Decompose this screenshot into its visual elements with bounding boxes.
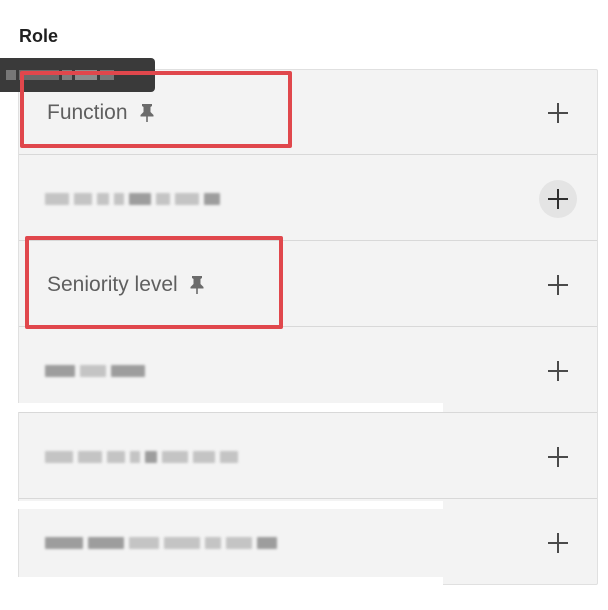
- role-filter-page: Role Function Seniority level: [0, 0, 608, 610]
- add-filter-button[interactable]: [539, 352, 577, 390]
- add-function-button[interactable]: [539, 94, 577, 132]
- highlight-box-seniority-level: [25, 236, 283, 329]
- plus-icon: [548, 275, 568, 295]
- plus-icon: [548, 533, 568, 553]
- plus-icon: [548, 447, 568, 467]
- add-filter-button[interactable]: [539, 438, 577, 476]
- filter-row-obscured[interactable]: [19, 414, 597, 499]
- redaction-band: [17, 501, 443, 509]
- filter-row-obscured[interactable]: [19, 156, 597, 241]
- filter-row-obscured[interactable]: [19, 500, 597, 585]
- plus-icon: [548, 361, 568, 381]
- plus-icon: [548, 103, 568, 123]
- add-filter-button[interactable]: [539, 180, 577, 218]
- redaction-band: [17, 577, 443, 589]
- add-seniority-level-button[interactable]: [539, 266, 577, 304]
- obscured-label: [45, 156, 220, 241]
- filter-row-obscured[interactable]: [19, 328, 597, 413]
- obscured-label: [45, 414, 238, 499]
- section-title: Role: [19, 26, 59, 46]
- obscured-label: [45, 500, 277, 585]
- add-filter-button[interactable]: [539, 524, 577, 562]
- obscured-label: [45, 328, 145, 413]
- highlight-box-function: [20, 71, 292, 148]
- plus-icon: [548, 189, 568, 209]
- redaction-band: [17, 403, 443, 412]
